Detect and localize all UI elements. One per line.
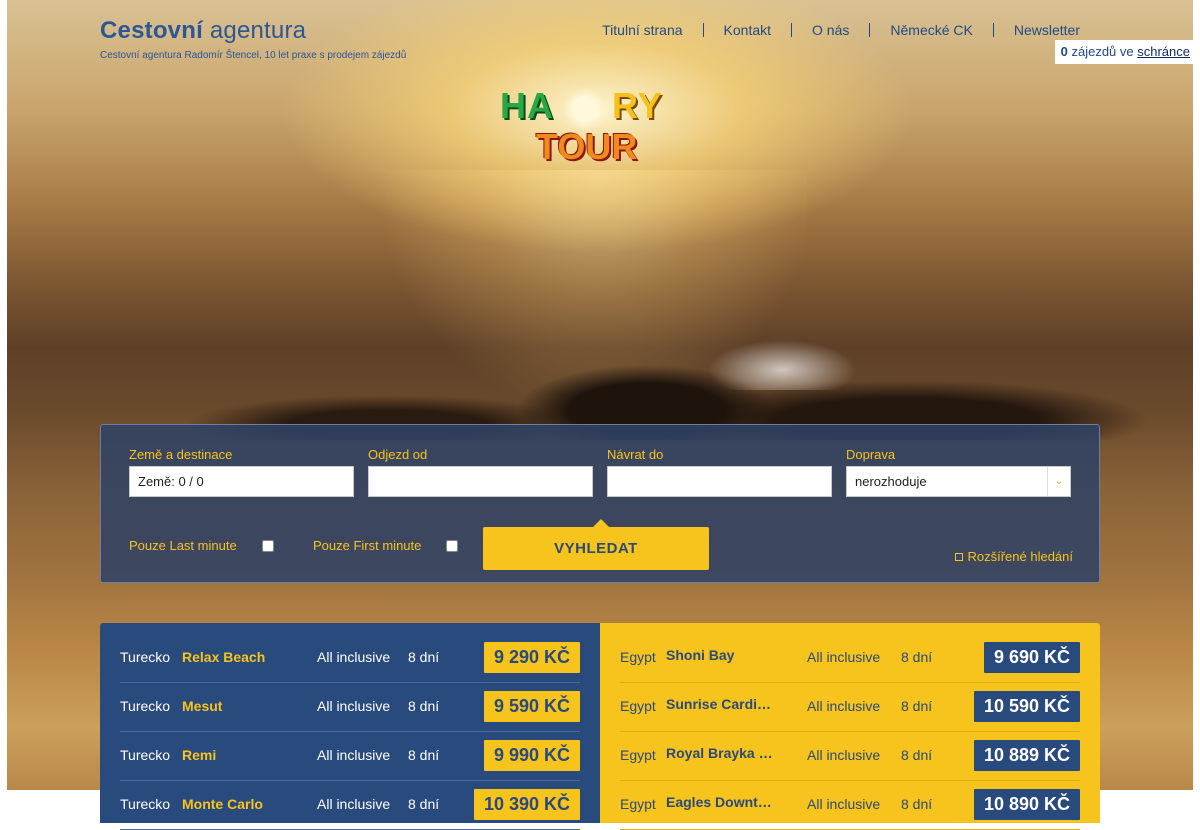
advanced-search-label: Rozšířené hledání — [967, 549, 1073, 564]
deal-days: 8 dní — [408, 698, 440, 714]
deal-row[interactable]: Egypt Eagles Downtown All inclusive 8 dn… — [620, 780, 1080, 830]
deal-country: Turecko — [120, 796, 171, 812]
brand-tour: TOUR — [536, 126, 638, 167]
deal-country: Turecko — [120, 649, 171, 665]
deal-days: 8 dní — [901, 747, 933, 763]
brand-line-1: HA RY — [500, 86, 680, 126]
last-minute-checkbox[interactable] — [262, 540, 274, 552]
deal-board: All inclusive — [807, 747, 881, 763]
first-minute-checkbox[interactable] — [446, 540, 458, 552]
transport-value: nerozhoduje — [855, 474, 927, 489]
deal-price[interactable]: 9 990 KČ — [483, 740, 580, 771]
basket-count: 0 — [1060, 44, 1068, 59]
deal-country: Egypt — [620, 649, 656, 665]
deals-turkey: Turecko Relax Beach All inclusive 8 dní … — [100, 623, 600, 830]
basket-status: 0 zájezdů ve schránce — [1054, 40, 1193, 64]
brand-logo: HA RY TOUR — [500, 86, 680, 168]
nav-newsletter[interactable]: Newsletter — [994, 22, 1080, 38]
deal-country: Turecko — [120, 747, 171, 763]
deal-board: All inclusive — [317, 698, 391, 714]
nav-o-nas[interactable]: O nás — [792, 22, 869, 38]
main-nav: Titulní strana Kontakt O nás Německé CK … — [582, 22, 1080, 38]
deal-price[interactable]: 10 390 KČ — [473, 789, 580, 820]
basket-link[interactable]: schránce — [1137, 44, 1190, 59]
chevron-down-icon[interactable]: ⌄ — [1047, 467, 1070, 496]
sun-icon — [572, 96, 598, 122]
deal-row[interactable]: Egypt Sunrise Cardinal All inclusive 8 d… — [620, 682, 1080, 732]
deal-days: 8 dní — [408, 747, 440, 763]
country-input[interactable]: Země: 0 / 0 — [129, 466, 354, 497]
deal-days: 8 dní — [901, 796, 933, 812]
deal-days: 8 dní — [901, 698, 933, 714]
brand-ha: HA — [500, 85, 554, 126]
country-label: Země a destinace — [129, 447, 233, 462]
logo-bold: Cestovní — [100, 17, 203, 44]
wave-splash — [707, 340, 857, 390]
deal-row[interactable]: Egypt Shoni Bay All inclusive 8 dní 9 69… — [620, 633, 1080, 683]
deal-price[interactable]: 10 890 KČ — [973, 789, 1080, 820]
deals-egypt: Egypt Shoni Bay All inclusive 8 dní 9 69… — [600, 623, 1100, 830]
deal-country: Turecko — [120, 698, 171, 714]
deal-hotel[interactable]: Sunrise Cardinal — [666, 682, 774, 727]
nav-nemecke-ck[interactable]: Německé CK — [870, 22, 992, 38]
logo-subtitle: Cestovní agentura Radomír Štencel, 10 le… — [100, 50, 407, 61]
deal-hotel[interactable]: Mesut — [182, 682, 302, 731]
deal-board: All inclusive — [317, 747, 391, 763]
deal-row[interactable]: Turecko Remi All inclusive 8 dní 9 990 K… — [120, 731, 580, 781]
deal-price[interactable]: 9 590 KČ — [483, 691, 580, 722]
deal-board: All inclusive — [317, 796, 391, 812]
deal-row[interactable]: Turecko Monte Carlo All inclusive 8 dní … — [120, 780, 580, 830]
logo-text: Cestovní agentura — [100, 18, 406, 44]
transport-label: Doprava — [846, 447, 896, 462]
deal-days: 8 dní — [408, 649, 440, 665]
deal-row[interactable]: Egypt Royal Brayka Beach All inclusive 8… — [620, 731, 1080, 781]
deal-country: Egypt — [620, 747, 656, 763]
deal-hotel[interactable]: Relax Beach — [182, 633, 302, 682]
deal-country: Egypt — [620, 698, 656, 714]
last-minute-label: Pouze Last minute — [129, 538, 237, 553]
brand-ry: RY — [612, 85, 663, 126]
button-pointer — [593, 519, 609, 527]
deal-row[interactable]: Turecko Relax Beach All inclusive 8 dní … — [120, 633, 580, 683]
site-logo[interactable]: Cestovní agentura Cestovní agentura Rado… — [100, 18, 407, 62]
deal-board: All inclusive — [807, 796, 881, 812]
search-button[interactable]: VYHLEDAT — [483, 527, 709, 570]
search-panel: Země a destinace Země: 0 / 0 Odjezd od N… — [100, 424, 1100, 583]
deal-hotel[interactable]: Shoni Bay — [666, 633, 774, 678]
deal-hotel[interactable]: Monte Carlo — [182, 780, 302, 829]
deal-hotel[interactable]: Remi — [182, 731, 302, 780]
deal-country: Egypt — [620, 796, 656, 812]
deal-price[interactable]: 9 690 KČ — [983, 642, 1080, 673]
deal-price[interactable]: 10 889 KČ — [973, 740, 1080, 771]
deal-price[interactable]: 9 290 KČ — [483, 642, 580, 673]
deal-days: 8 dní — [408, 796, 440, 812]
depart-label: Odjezd od — [368, 447, 428, 462]
deal-board: All inclusive — [807, 649, 881, 665]
deal-board: All inclusive — [317, 649, 391, 665]
deal-board: All inclusive — [807, 698, 881, 714]
nav-kontakt[interactable]: Kontakt — [704, 22, 791, 38]
deal-days: 8 dní — [901, 649, 933, 665]
first-minute-label: Pouze First minute — [313, 538, 422, 553]
return-label: Návrat do — [607, 447, 664, 462]
deal-price[interactable]: 10 590 KČ — [973, 691, 1080, 722]
deal-hotel[interactable]: Royal Brayka Beach — [666, 731, 774, 776]
nav-titulni-strana[interactable]: Titulní strana — [582, 22, 702, 38]
transport-select[interactable]: nerozhoduje ⌄ — [846, 466, 1071, 497]
expand-icon — [955, 552, 964, 561]
deal-hotel[interactable]: Eagles Downtown — [666, 780, 774, 825]
return-date-input[interactable] — [607, 466, 832, 497]
basket-text: zájezdů ve — [1071, 44, 1134, 59]
logo-light: agentura — [209, 17, 307, 44]
depart-date-input[interactable] — [368, 466, 593, 497]
deal-row[interactable]: Turecko Mesut All inclusive 8 dní 9 590 … — [120, 682, 580, 732]
advanced-search-link[interactable]: Rozšířené hledání — [955, 549, 1073, 564]
